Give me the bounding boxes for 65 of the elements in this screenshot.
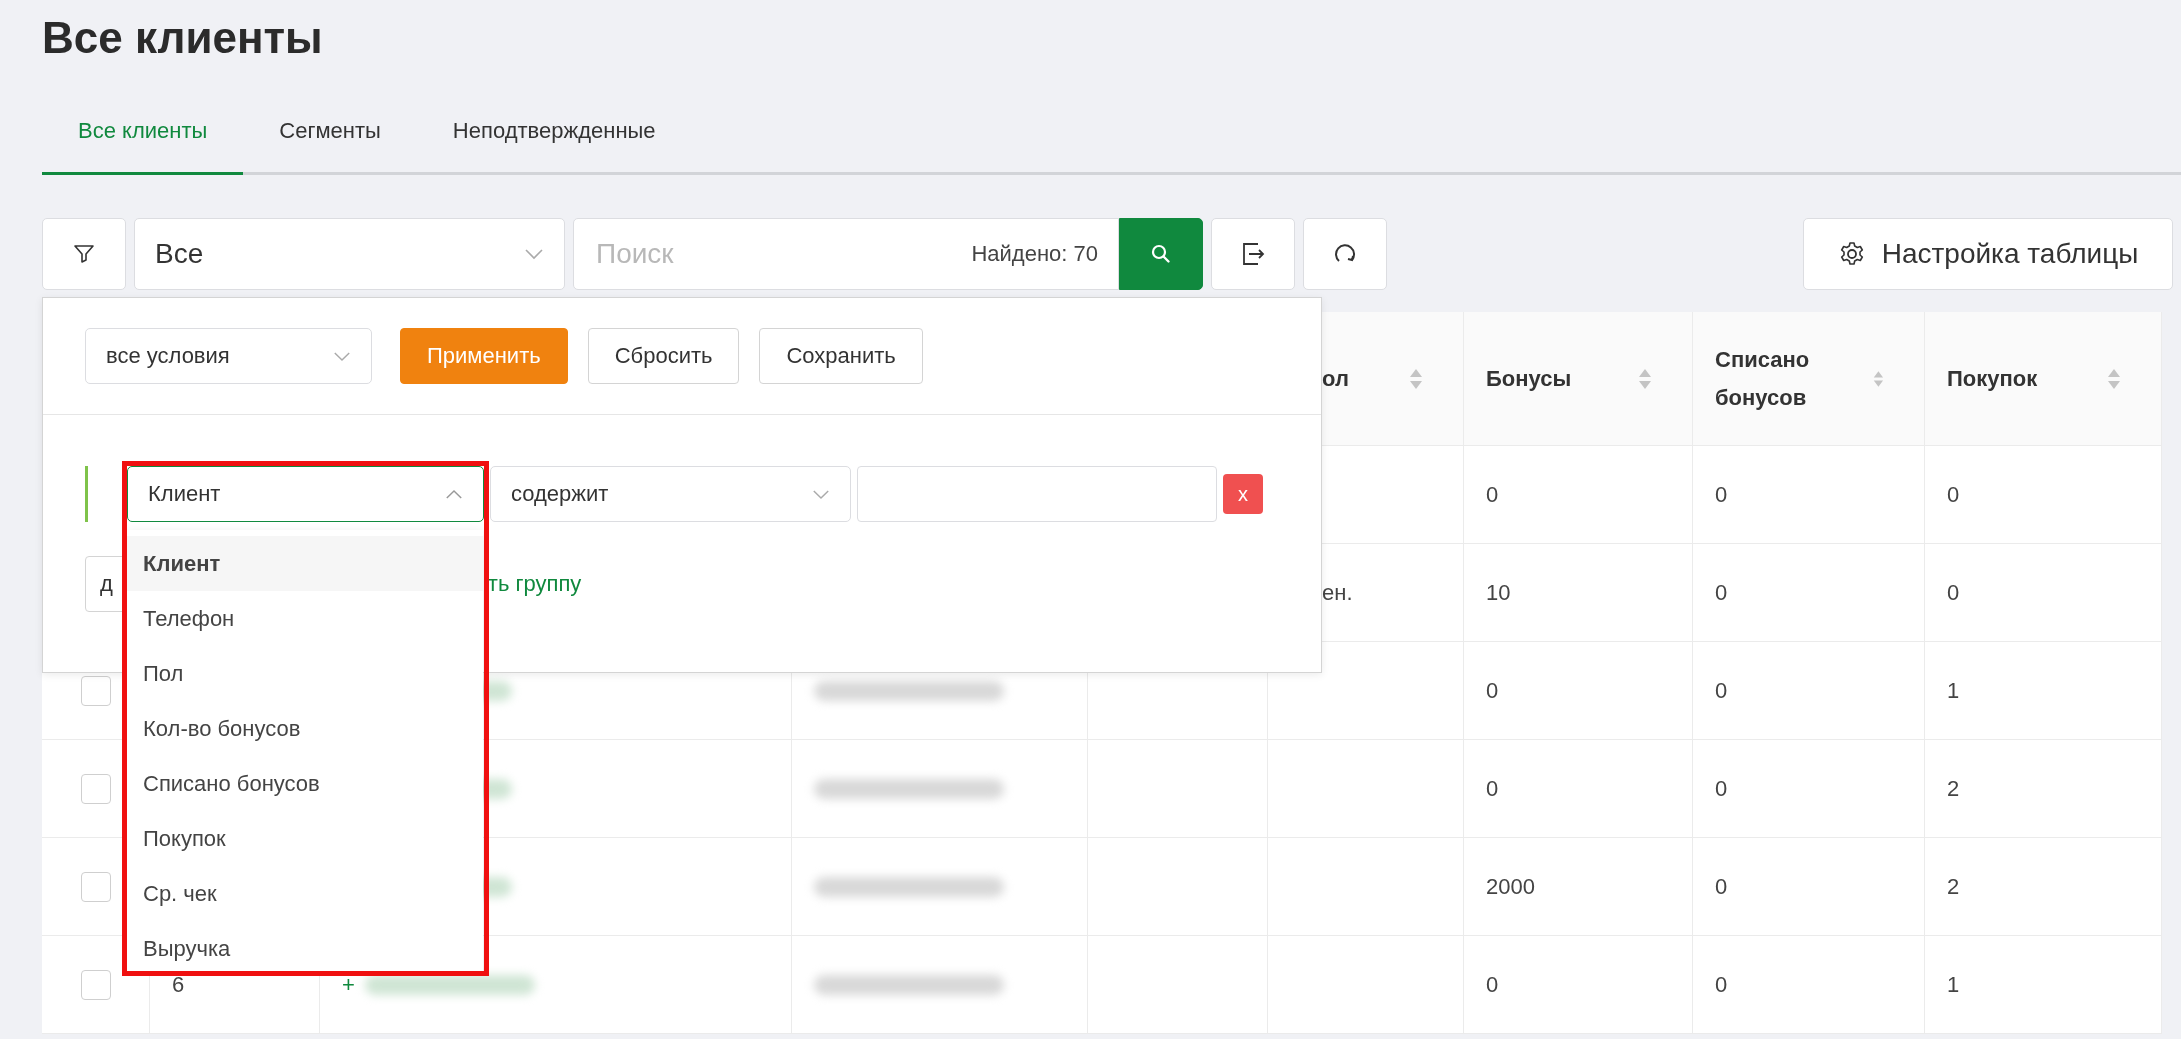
dropdown-option[interactable]: Клиент: [127, 536, 483, 591]
table-cell: 0: [1715, 775, 1728, 802]
refresh-button[interactable]: [1303, 218, 1387, 290]
table-cell: 2: [1947, 775, 1960, 802]
table-cell: 2000: [1486, 873, 1535, 900]
table-cell: ен.: [1322, 579, 1353, 606]
table-cell: 0: [1947, 481, 1960, 508]
chevron-down-icon: [524, 248, 544, 260]
column-header: Бонусы: [1486, 364, 1572, 393]
row-checkbox[interactable]: [80, 969, 111, 1000]
page-title: Все клиенты: [42, 12, 324, 64]
field-select[interactable]: Клиент: [127, 466, 484, 522]
value-field[interactable]: [857, 466, 1217, 522]
dropdown-option[interactable]: Пол: [127, 646, 483, 701]
tab[interactable]: Неподтвержденные: [416, 88, 692, 175]
add-group-link[interactable]: ть группу: [487, 571, 582, 597]
column-header: Покупок: [1947, 364, 2038, 393]
tab[interactable]: Все клиенты: [42, 88, 244, 175]
dropdown-option[interactable]: Выручка: [127, 921, 483, 971]
column-header: Списано бонусов: [1715, 346, 1811, 412]
row-checkbox[interactable]: [80, 871, 111, 902]
tab[interactable]: Сегменты: [243, 88, 417, 175]
search-bar[interactable]: Поиск Найдено: 70: [573, 218, 1119, 290]
table-cell: 0: [1715, 677, 1728, 704]
dropdown-option[interactable]: Ср. чек: [127, 866, 483, 921]
search-icon: [1149, 242, 1173, 266]
export-button[interactable]: [1211, 218, 1295, 290]
table-cell: 0: [1715, 579, 1728, 606]
table-cell: 1: [1947, 971, 1960, 998]
search-button[interactable]: [1119, 218, 1203, 290]
table-cell: 0: [1947, 579, 1960, 606]
table-cell: 10: [1486, 579, 1511, 606]
dropdown-option[interactable]: Телефон: [127, 591, 483, 646]
dropdown-option[interactable]: Покупок: [127, 811, 483, 866]
chevron-down-icon: [333, 350, 351, 362]
table-cell: 2: [1947, 873, 1960, 900]
segment-select[interactable]: Все: [134, 218, 565, 290]
table-cell: 0: [1715, 481, 1728, 508]
panel-button[interactable]: Сохранить: [759, 328, 923, 384]
search-field[interactable]: Поиск: [594, 237, 972, 271]
found-count: Найдено: 70: [971, 241, 1098, 267]
match-select[interactable]: все условия: [85, 328, 372, 384]
row-checkbox[interactable]: [80, 773, 111, 804]
remove-condition-button[interactable]: x: [1223, 474, 1263, 514]
table-cell: 1: [1947, 677, 1960, 704]
filter-button[interactable]: [42, 218, 126, 290]
filter-icon: [72, 242, 96, 266]
table-cell: 0: [1715, 971, 1728, 998]
phone-prefix: +: [342, 971, 355, 998]
panel-button[interactable]: Сбросить: [587, 328, 740, 384]
chevron-up-icon: [445, 488, 463, 500]
chevron-down-icon: [812, 488, 830, 500]
table-cell: 0: [1715, 873, 1728, 900]
row-checkbox[interactable]: [80, 675, 111, 706]
table-settings-button[interactable]: Настройка таблицы: [1803, 218, 2173, 290]
export-icon: [1240, 241, 1266, 267]
row-number: 6: [172, 971, 185, 998]
column-header: ол: [1322, 364, 1349, 393]
table-cell: 0: [1486, 481, 1499, 508]
dropdown-option[interactable]: Списано бонусов: [127, 756, 483, 811]
table-cell: 0: [1486, 971, 1499, 998]
table-cell: 0: [1486, 677, 1499, 704]
dropdown-option[interactable]: Кол-во бонусов: [127, 701, 483, 756]
operator-select[interactable]: содержит: [490, 466, 851, 522]
table-cell: 0: [1486, 775, 1499, 802]
